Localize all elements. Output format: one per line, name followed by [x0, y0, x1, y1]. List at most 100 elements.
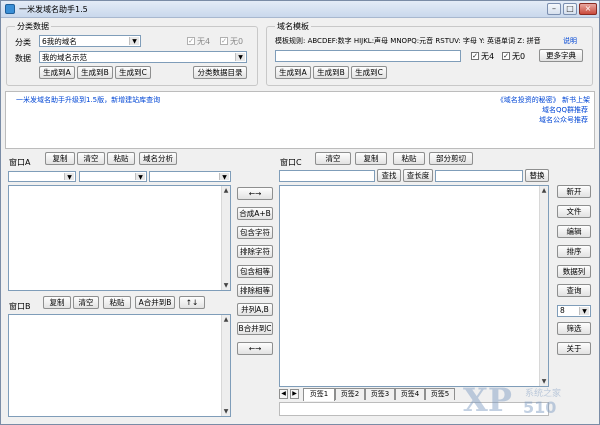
- window-b-sort-button[interactable]: ↑↓: [179, 296, 205, 309]
- query-button[interactable]: 查询: [557, 284, 591, 297]
- data-select[interactable]: 我的域名示范 ▼: [39, 51, 247, 63]
- count-select[interactable]: 8 ▼: [557, 305, 591, 317]
- window-a-textarea[interactable]: ▲ ▼: [8, 185, 231, 291]
- find-input[interactable]: [279, 170, 375, 182]
- window-c-copy-button[interactable]: 复制: [355, 152, 387, 165]
- window-b-textarea[interactable]: ▲ ▼: [8, 314, 231, 417]
- window-a-copy-button[interactable]: 复制: [45, 152, 75, 165]
- qq-group-link[interactable]: 域名QQ群推荐: [542, 105, 588, 115]
- upgrade-notice: 一米发域名助手升级到1.5版，新增建站库查询: [16, 96, 161, 104]
- swap-ab-button[interactable]: ←→: [237, 187, 273, 200]
- category-label: 分类: [15, 38, 31, 47]
- tab-page-5[interactable]: 页签5: [425, 388, 455, 400]
- window-b-scrollbar[interactable]: ▲ ▼: [221, 315, 230, 416]
- no4-label: 无4: [197, 37, 211, 46]
- find-length-button[interactable]: 查长度: [403, 169, 433, 182]
- wechat-account-link[interactable]: 域名公众号推荐: [539, 115, 588, 125]
- contains-char-button[interactable]: 包含字符: [237, 226, 273, 239]
- template-help-link[interactable]: 说明: [563, 36, 577, 46]
- category-select[interactable]: 6我的域名 ▼: [39, 35, 141, 47]
- filter-button[interactable]: 筛选: [557, 322, 591, 335]
- data-label: 数据: [15, 54, 31, 63]
- gen-to-b-button[interactable]: 生成到B: [77, 66, 113, 79]
- exclude-char-button[interactable]: 排除字符: [237, 245, 273, 258]
- chevron-down-icon: ▼: [219, 173, 229, 181]
- window-c-scrollbar[interactable]: ▲ ▼: [539, 186, 548, 386]
- no4-checkbox[interactable]: ✓: [187, 37, 195, 45]
- close-button[interactable]: ×: [579, 3, 597, 15]
- maximize-button[interactable]: □: [563, 3, 577, 15]
- gen-to-c-button[interactable]: 生成到C: [115, 66, 151, 79]
- template-gen-to-b-button[interactable]: 生成到B: [313, 66, 349, 79]
- union-ab-button[interactable]: 并列A,B: [237, 303, 273, 316]
- swap-bc-button[interactable]: ←→: [237, 342, 273, 355]
- book-link-suffix: 新书上架: [562, 96, 590, 104]
- window-b-clear-button[interactable]: 清空: [73, 296, 99, 309]
- replace-button[interactable]: 替换: [525, 169, 549, 182]
- window-b-paste-button[interactable]: 粘贴: [103, 296, 131, 309]
- find-button[interactable]: 查找: [377, 169, 401, 182]
- new-button[interactable]: 新开: [557, 185, 591, 198]
- no0-label: 无0: [230, 37, 244, 46]
- replace-input[interactable]: [435, 170, 523, 182]
- more-dict-button[interactable]: 更多字典: [539, 49, 583, 62]
- window-a-analysis-button[interactable]: 域名分析: [139, 152, 177, 165]
- chevron-down-icon: ▼: [579, 307, 589, 315]
- window-b-label: 窗口B: [9, 302, 31, 311]
- template-no4-checkbox[interactable]: ✓: [471, 52, 479, 60]
- window-b-copy-button[interactable]: 复制: [43, 296, 71, 309]
- window-a-filter-1[interactable]: ▼: [8, 171, 76, 182]
- window-title: 一米发域名助手1.5: [19, 5, 88, 14]
- about-button[interactable]: 关于: [557, 342, 591, 355]
- sort-button[interactable]: 排序: [557, 245, 591, 258]
- window-a-clear-button[interactable]: 清空: [77, 152, 105, 165]
- chevron-down-icon: ▼: [235, 53, 245, 61]
- window-c-textarea[interactable]: ▲ ▼: [279, 185, 549, 387]
- scroll-up-icon[interactable]: ▲: [540, 186, 548, 195]
- scroll-up-icon[interactable]: ▲: [222, 315, 230, 324]
- window-b-merge-button[interactable]: A合并到B: [135, 296, 175, 309]
- scroll-down-icon[interactable]: ▼: [222, 281, 230, 290]
- tab-page-4[interactable]: 页签4: [395, 388, 425, 400]
- tab-page-1[interactable]: 页签1: [303, 388, 335, 401]
- merge-ab-button[interactable]: 合成A+B: [237, 207, 273, 220]
- edit-button[interactable]: 编辑: [557, 225, 591, 238]
- template-gen-to-c-button[interactable]: 生成到C: [351, 66, 387, 79]
- gen-to-a-button[interactable]: 生成到A: [39, 66, 75, 79]
- category-select-value: 6我的域名: [42, 37, 77, 46]
- chevron-down-icon: ▼: [64, 173, 74, 181]
- template-gen-to-a-button[interactable]: 生成到A: [275, 66, 311, 79]
- window-a-filter-3[interactable]: ▼: [149, 171, 231, 182]
- book-link[interactable]: 《域名投资的秘密》 新书上架: [497, 95, 590, 105]
- book-link-title: 《域名投资的秘密》: [496, 96, 560, 104]
- tab-prev-icon[interactable]: ◀: [279, 389, 288, 399]
- window-a-scrollbar[interactable]: ▲ ▼: [221, 186, 230, 290]
- data-select-value: 我的域名示范: [42, 53, 87, 62]
- file-button[interactable]: 文件: [557, 205, 591, 218]
- template-input[interactable]: [275, 50, 461, 62]
- no0-checkbox[interactable]: ✓: [220, 37, 228, 45]
- tab-page-3[interactable]: 页签3: [365, 388, 395, 400]
- template-no4-label: 无4: [481, 52, 495, 61]
- tab-next-icon[interactable]: ▶: [290, 389, 299, 399]
- columns-button[interactable]: 数据列: [557, 265, 591, 278]
- category-data-legend: 分类数据: [15, 21, 51, 32]
- window-c-part-cut-button[interactable]: 部分剪切: [429, 152, 473, 165]
- contains-same-button[interactable]: 包含相等: [237, 265, 273, 278]
- watermark-xp: XP: [463, 381, 512, 419]
- category-catalog-button[interactable]: 分类数据目录: [193, 66, 247, 79]
- tab-page-2[interactable]: 页签2: [335, 388, 365, 400]
- window-c-paste-button[interactable]: 粘贴: [393, 152, 425, 165]
- minimize-button[interactable]: –: [547, 3, 561, 15]
- count-select-value: 8: [560, 306, 565, 315]
- window-c-clear-button[interactable]: 清空: [315, 152, 351, 165]
- template-no0-checkbox[interactable]: ✓: [502, 52, 510, 60]
- b-merge-c-button[interactable]: B合并到C: [237, 322, 273, 335]
- window-a-filter-2[interactable]: ▼: [79, 171, 147, 182]
- watermark-num: 510: [523, 398, 557, 417]
- exclude-same-button[interactable]: 排除相等: [237, 284, 273, 297]
- window-a-paste-button[interactable]: 粘贴: [107, 152, 135, 165]
- scroll-up-icon[interactable]: ▲: [222, 186, 230, 195]
- scroll-down-icon[interactable]: ▼: [222, 407, 230, 416]
- domain-template-legend: 域名模板: [275, 21, 311, 32]
